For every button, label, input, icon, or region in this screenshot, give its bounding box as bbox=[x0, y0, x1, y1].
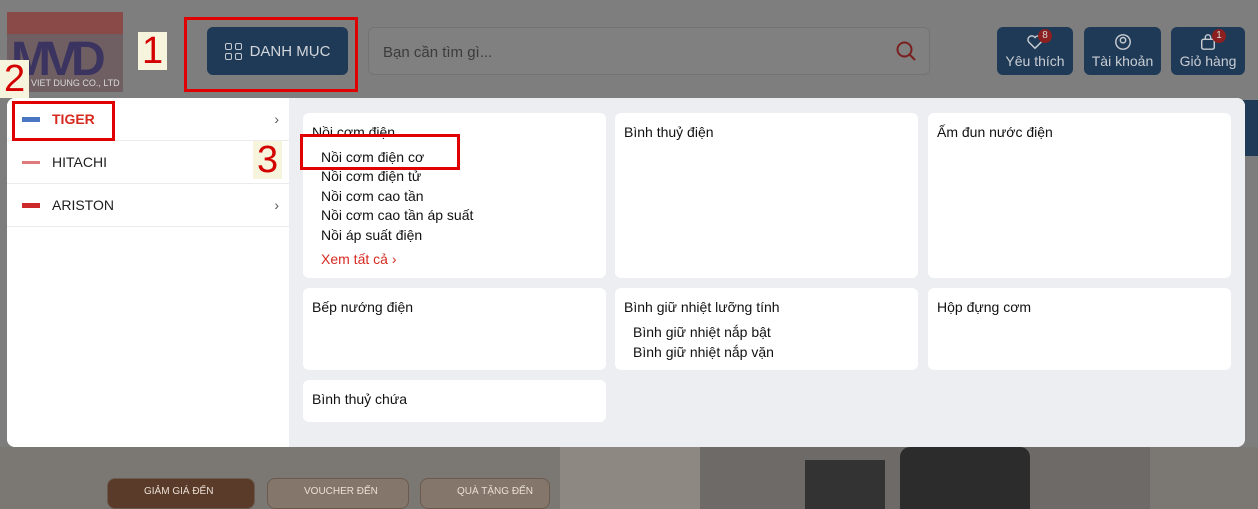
category-card-water-dispenser: Bình thuỷ chứa bbox=[303, 380, 606, 422]
promo-gift: QUÀ TẶNG ĐẾN bbox=[420, 478, 550, 509]
category-title[interactable]: Bình thuỷ chứa bbox=[312, 391, 407, 407]
subcategory-link[interactable]: Nồi áp suất điện bbox=[321, 227, 422, 243]
promo-discount: GIẢM GIÁ ĐẾN bbox=[107, 478, 255, 509]
banner-appliance bbox=[900, 447, 1030, 509]
category-title[interactable]: Bình giữ nhiệt lưỡng tính bbox=[624, 299, 780, 315]
category-title[interactable]: Bình thuỷ điện bbox=[624, 124, 714, 140]
brand-name: ARISTON bbox=[52, 197, 114, 213]
subcategory-link[interactable]: Bình giữ nhiệt nắp vặn bbox=[633, 344, 774, 360]
logo-text: VIET DUNG CO., LTD bbox=[31, 78, 120, 88]
category-title[interactable]: Bếp nướng điện bbox=[312, 299, 413, 315]
promo-voucher: VOUCHER ĐẾN bbox=[267, 478, 409, 509]
user-icon bbox=[1114, 34, 1131, 50]
chevron-right-icon: › bbox=[391, 251, 397, 267]
subcategory-link[interactable]: Bình giữ nhiệt nắp bật bbox=[633, 324, 771, 340]
brand-item-hitachi[interactable]: HITACHI bbox=[7, 141, 289, 184]
account-label: Tài khoản bbox=[1091, 53, 1154, 69]
favorites-button[interactable]: 8 Yêu thích bbox=[997, 27, 1073, 75]
category-mega-menu: TIGER › HITACHI ARISTON › Nồi cơm điện N… bbox=[7, 98, 1245, 447]
category-card-kettle: Ấm đun nước điện bbox=[928, 113, 1231, 278]
brand-list: TIGER › HITACHI ARISTON › bbox=[7, 98, 289, 447]
category-card-thermos: Bình thuỷ điện bbox=[615, 113, 918, 278]
annotation-box-3 bbox=[300, 134, 460, 170]
category-card-vacuum-bottle: Bình giữ nhiệt lưỡng tính Bình giữ nhiệt… bbox=[615, 288, 918, 370]
brand-item-ariston[interactable]: ARISTON › bbox=[7, 184, 289, 227]
annotation-box-1 bbox=[184, 17, 358, 92]
see-all-label: Xem tất cả bbox=[321, 251, 388, 267]
see-all-link[interactable]: Xem tất cả › bbox=[321, 251, 396, 267]
category-card-grill: Bếp nướng điện bbox=[303, 288, 606, 370]
category-title[interactable]: Hộp đựng cơm bbox=[937, 299, 1031, 315]
ariston-logo bbox=[22, 202, 40, 208]
annotation-number-2: 2 bbox=[0, 60, 30, 98]
account-button[interactable]: Tài khoản bbox=[1084, 27, 1161, 75]
banner-appliance bbox=[805, 460, 885, 509]
cart-label: Giỏ hàng bbox=[1179, 53, 1237, 69]
annotation-number-3: 3 bbox=[253, 141, 283, 179]
category-card-lunch-box: Hộp đựng cơm bbox=[928, 288, 1231, 370]
category-title[interactable]: Ấm đun nước điện bbox=[937, 124, 1053, 140]
search-input[interactable] bbox=[383, 41, 873, 63]
brand-name: HITACHI bbox=[52, 154, 107, 170]
annotation-number-1: 1 bbox=[138, 32, 168, 70]
chevron-right-icon: › bbox=[274, 111, 279, 127]
subcategory-link[interactable]: Nồi cơm cao tần bbox=[321, 188, 424, 204]
favorites-label: Yêu thích bbox=[1005, 53, 1065, 69]
favorites-count-badge: 8 bbox=[1038, 29, 1052, 43]
annotation-box-2 bbox=[12, 101, 115, 141]
subcategory-link[interactable]: Nồi cơm cao tần áp suất bbox=[321, 207, 473, 223]
logo-top-band bbox=[7, 12, 123, 34]
search-icon[interactable] bbox=[895, 40, 917, 62]
cart-button[interactable]: 1 Giỏ hàng bbox=[1171, 27, 1245, 75]
subcategory-link[interactable]: Nồi cơm điện tử bbox=[321, 168, 421, 184]
hitachi-logo bbox=[22, 160, 40, 164]
cart-count-badge: 1 bbox=[1212, 29, 1226, 43]
chevron-right-icon: › bbox=[274, 197, 279, 213]
search-bar bbox=[368, 27, 930, 75]
banner-photo bbox=[560, 447, 700, 509]
